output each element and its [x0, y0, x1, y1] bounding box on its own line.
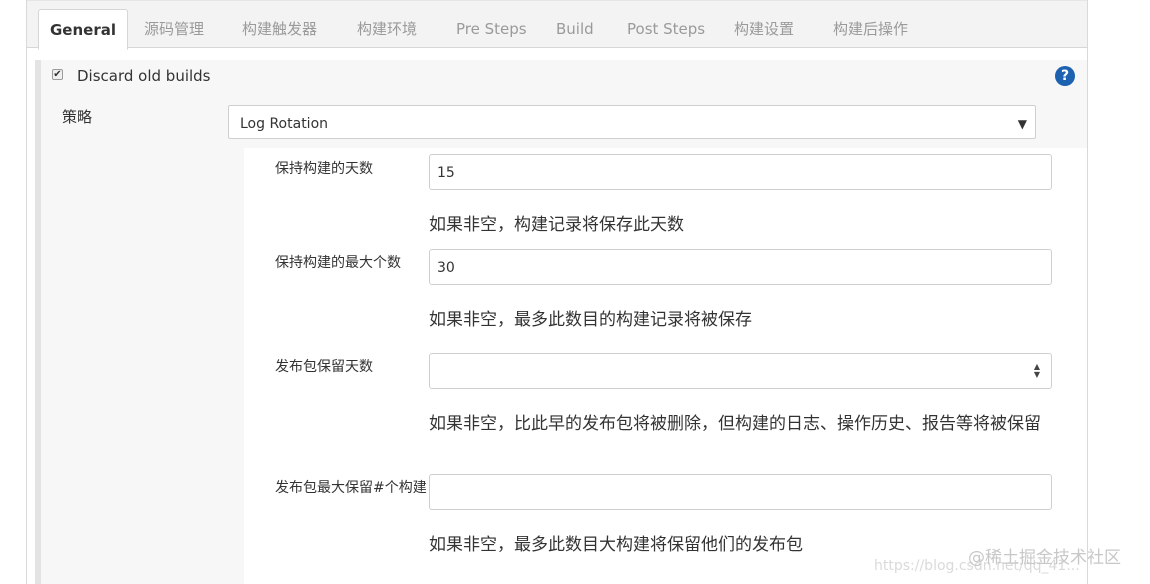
- artifact-days-hint: 如果非空，比此早的发布包将被删除，但构建的日志、操作历史、报告等将被保留: [429, 414, 1041, 434]
- max-builds-hint: 如果非空，最多此数目的构建记录将被保存: [429, 310, 752, 330]
- log-rotation-fields: 保持构建的天数 15 如果非空，构建记录将保存此天数 保持构建的最大个数 30 …: [244, 148, 1087, 584]
- check-icon: ✔: [53, 69, 62, 80]
- discard-old-builds-section: ✔ Discard old builds ? 策略 Log Rotation ▼…: [35, 60, 1087, 584]
- tab-bar: General 源码管理 构建触发器 构建环境 Pre Steps Build …: [27, 0, 1087, 50]
- config-frame: General 源码管理 构建触发器 构建环境 Pre Steps Build …: [26, 0, 1088, 584]
- tab-build-environment[interactable]: 构建环境: [357, 9, 417, 50]
- tab-build-triggers[interactable]: 构建触发器: [242, 9, 317, 50]
- question-circle-icon[interactable]: ?: [1055, 66, 1075, 86]
- dropdown-arrow-icon: ▼: [1017, 117, 1027, 131]
- days-to-keep-hint: 如果非空，构建记录将保存此天数: [429, 215, 684, 235]
- strategy-select-value: Log Rotation: [240, 116, 329, 132]
- tab-source-code[interactable]: 源码管理: [144, 9, 204, 50]
- discard-old-builds-label: Discard old builds: [77, 67, 211, 85]
- max-builds-input[interactable]: 30: [429, 249, 1052, 285]
- discard-old-builds-checkbox[interactable]: ✔: [52, 69, 63, 80]
- artifact-days-input[interactable]: ▲ ▼: [429, 353, 1052, 389]
- artifact-days-label: 发布包保留天数: [275, 359, 373, 375]
- number-spinner-icon[interactable]: ▲ ▼: [1032, 363, 1042, 379]
- strategy-label: 策略: [62, 108, 93, 126]
- tab-post-build-actions[interactable]: 构建后操作: [833, 9, 908, 50]
- artifact-max-builds-hint: 如果非空，最多此数目大构建将保留他们的发布包: [429, 535, 803, 555]
- tab-pre-steps[interactable]: Pre Steps: [456, 9, 527, 50]
- artifact-max-builds-input[interactable]: [429, 474, 1052, 510]
- tab-build-settings[interactable]: 构建设置: [734, 9, 794, 50]
- days-to-keep-label: 保持构建的天数: [275, 161, 373, 177]
- section-indent-bar: [35, 60, 41, 584]
- watermark-brand: @稀土掘金技术社区: [968, 548, 1121, 568]
- max-builds-label: 保持构建的最大个数: [275, 255, 401, 271]
- strategy-select[interactable]: Log Rotation ▼: [228, 105, 1036, 139]
- days-to-keep-input[interactable]: 15: [429, 154, 1052, 190]
- tab-post-steps[interactable]: Post Steps: [627, 9, 705, 50]
- tab-general[interactable]: General: [38, 9, 128, 50]
- artifact-max-builds-label: 发布包最大保留#个构建: [275, 480, 427, 496]
- tab-build[interactable]: Build: [556, 9, 594, 50]
